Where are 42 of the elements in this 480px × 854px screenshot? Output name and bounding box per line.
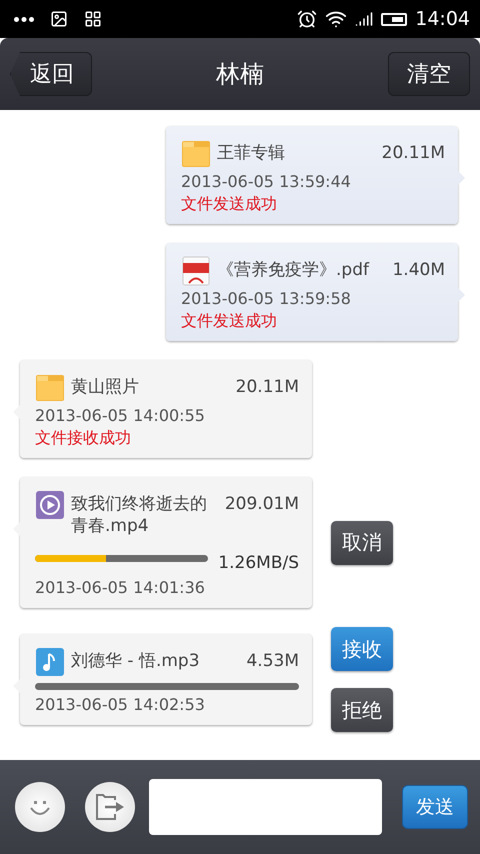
message-input[interactable] xyxy=(149,779,382,835)
back-button[interactable]: 返回 xyxy=(10,52,92,96)
file-name: 王菲专辑 xyxy=(217,142,286,164)
file-size: 4.53M xyxy=(246,650,299,672)
timestamp: 2013-06-05 14:00:55 xyxy=(35,405,206,426)
file-name: 致我们终将逝去的青春.mp4 xyxy=(71,493,208,537)
folder-arrow-icon xyxy=(95,794,125,820)
action-button[interactable]: 拒绝 xyxy=(331,688,393,732)
grid-icon xyxy=(84,10,102,28)
signal-icon xyxy=(355,10,374,28)
transfer-status: 文件发送成功 xyxy=(181,194,278,214)
transfer-status: 文件接收成功 xyxy=(35,428,132,448)
file-name: 黄山照片 xyxy=(71,376,140,398)
folder-icon xyxy=(35,373,65,403)
file-size: 1.40M xyxy=(392,259,445,281)
chat-title: 林楠 xyxy=(216,59,264,90)
video-file-icon xyxy=(35,490,65,520)
accept-button[interactable]: 接收 xyxy=(331,627,393,671)
timestamp: 2013-06-05 14:01:36 xyxy=(35,577,206,598)
clock-time: 14:04 xyxy=(415,8,470,30)
timestamp: 2013-06-05 14:02:53 xyxy=(35,694,206,715)
alarm-icon xyxy=(297,9,318,29)
send-button[interactable]: 发送 xyxy=(402,785,468,829)
music-file-icon xyxy=(35,647,65,677)
file-size: 209.01M xyxy=(224,493,299,515)
clear-button[interactable]: 清空 xyxy=(388,52,470,96)
transfer-speed: 1.26MB/S xyxy=(218,553,299,573)
file-name: 《营养免疫学》.pdf xyxy=(217,259,370,281)
file-name: 刘德华 - 悟.mp3 xyxy=(71,650,201,672)
file-size: 20.11M xyxy=(236,376,299,398)
timestamp: 2013-06-05 13:59:58 xyxy=(181,288,352,309)
battery-icon xyxy=(381,12,408,26)
folder-icon xyxy=(181,139,211,169)
timestamp: 2013-06-05 13:59:44 xyxy=(181,171,352,192)
transfer-status: 文件发送成功 xyxy=(181,311,278,331)
action-button[interactable]: 取消 xyxy=(331,520,393,564)
send-file-button[interactable] xyxy=(85,782,135,832)
more-icon xyxy=(14,16,34,22)
pdf-file-icon xyxy=(181,256,211,286)
file-size: 20.11M xyxy=(382,142,445,164)
emoji-button[interactable] xyxy=(15,782,65,832)
image-icon xyxy=(50,10,68,28)
